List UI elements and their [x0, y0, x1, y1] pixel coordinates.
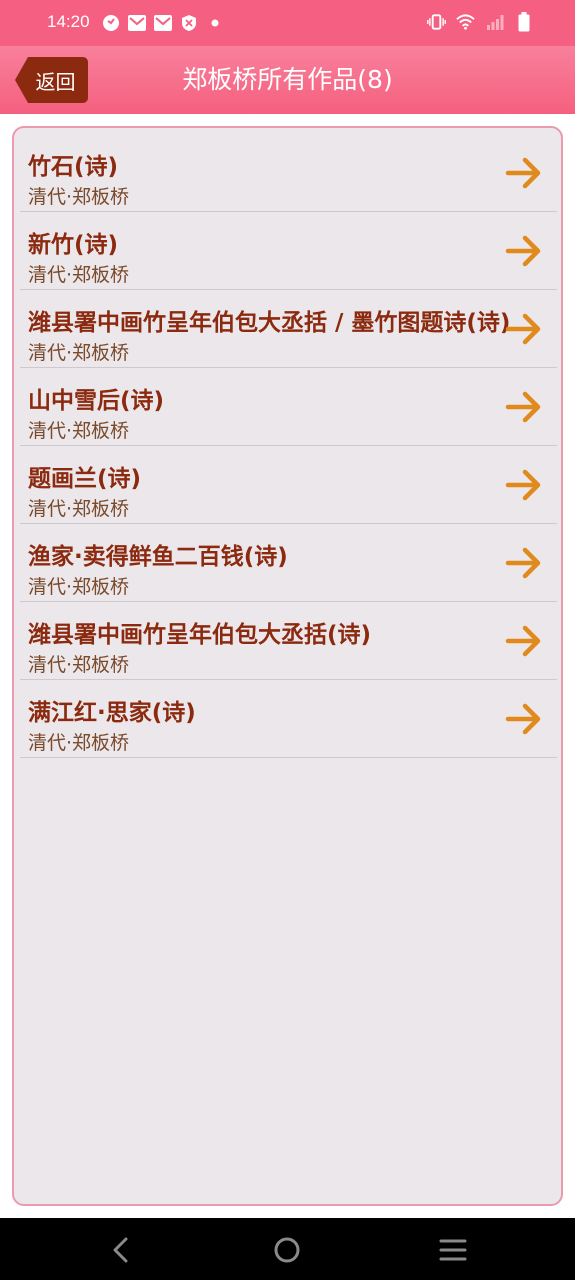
- menu-icon: [439, 1239, 467, 1261]
- status-bar: 14:20: [0, 0, 575, 46]
- work-title: 新竹(诗): [28, 232, 119, 258]
- work-title: 山中雪后(诗): [28, 388, 165, 414]
- works-list-card: 竹石(诗) 清代·郑板桥 新竹(诗) 清代·郑板桥 潍县署中画竹呈年伯包大丞括 …: [12, 126, 563, 1206]
- work-title: 竹石(诗): [28, 154, 119, 180]
- app-header: 郑板桥所有作品(8) 返回: [0, 46, 575, 114]
- back-button[interactable]: 返回: [15, 57, 88, 103]
- works-list: 竹石(诗) 清代·郑板桥 新竹(诗) 清代·郑板桥 潍县署中画竹呈年伯包大丞括 …: [20, 134, 557, 758]
- list-item[interactable]: 题画兰(诗) 清代·郑板桥: [20, 446, 557, 524]
- system-icons: [427, 11, 533, 31]
- list-item[interactable]: 山中雪后(诗) 清代·郑板桥: [20, 368, 557, 446]
- work-author: 清代·郑板桥: [28, 498, 130, 520]
- status-time: 14:20: [47, 12, 90, 31]
- battery-icon: [514, 11, 533, 31]
- wifi-icon: [456, 12, 475, 31]
- work-author: 清代·郑板桥: [28, 186, 130, 208]
- arrow-right-icon: [505, 547, 541, 579]
- arrow-right-icon: [505, 469, 541, 501]
- work-author: 清代·郑板桥: [28, 264, 130, 286]
- back-button-label: 返回: [35, 69, 76, 94]
- nav-home-button[interactable]: [270, 1233, 304, 1267]
- home-icon: [274, 1237, 300, 1263]
- work-author: 清代·郑板桥: [28, 732, 130, 754]
- mail-icon: [153, 13, 172, 32]
- work-author: 清代·郑板桥: [28, 576, 130, 598]
- work-title: 潍县署中画竹呈年伯包大丞括(诗): [28, 622, 372, 648]
- list-item[interactable]: 潍县署中画竹呈年伯包大丞括(诗) 清代·郑板桥: [20, 602, 557, 680]
- nav-back-button[interactable]: [104, 1233, 138, 1267]
- vibrate-icon: [427, 12, 446, 31]
- nav-menu-button[interactable]: [436, 1233, 470, 1267]
- work-author: 清代·郑板桥: [28, 654, 130, 676]
- list-item[interactable]: 满江红·思家(诗) 清代·郑板桥: [20, 680, 557, 758]
- list-item[interactable]: 竹石(诗) 清代·郑板桥: [20, 134, 557, 212]
- list-item[interactable]: 潍县署中画竹呈年伯包大丞括 / 墨竹图题诗(诗) 清代·郑板桥: [20, 290, 557, 368]
- system-nav-bar: [0, 1218, 575, 1280]
- work-title: 渔家·卖得鲜鱼二百钱(诗): [28, 544, 288, 570]
- work-title: 满江红·思家(诗): [28, 700, 196, 726]
- list-item[interactable]: 渔家·卖得鲜鱼二百钱(诗) 清代·郑板桥: [20, 524, 557, 602]
- arrow-right-icon: [505, 703, 541, 735]
- arrow-right-icon: [505, 157, 541, 189]
- arrow-right-icon: [505, 235, 541, 267]
- back-icon: [113, 1237, 128, 1263]
- arrow-right-icon: [505, 625, 541, 657]
- notification-icons: [101, 13, 224, 32]
- work-author: 清代·郑板桥: [28, 342, 130, 364]
- work-author: 清代·郑板桥: [28, 420, 130, 442]
- arrow-right-icon: [505, 313, 541, 345]
- mail-icon: [127, 13, 146, 32]
- list-item[interactable]: 新竹(诗) 清代·郑板桥: [20, 212, 557, 290]
- signal-icon: [485, 12, 504, 31]
- shield-icon: [179, 13, 198, 32]
- help-circle-icon: [101, 13, 120, 32]
- dot-icon: [205, 13, 224, 32]
- work-title: 题画兰(诗): [28, 466, 142, 492]
- work-title: 潍县署中画竹呈年伯包大丞括 / 墨竹图题诗(诗): [28, 310, 511, 336]
- arrow-right-icon: [505, 391, 541, 423]
